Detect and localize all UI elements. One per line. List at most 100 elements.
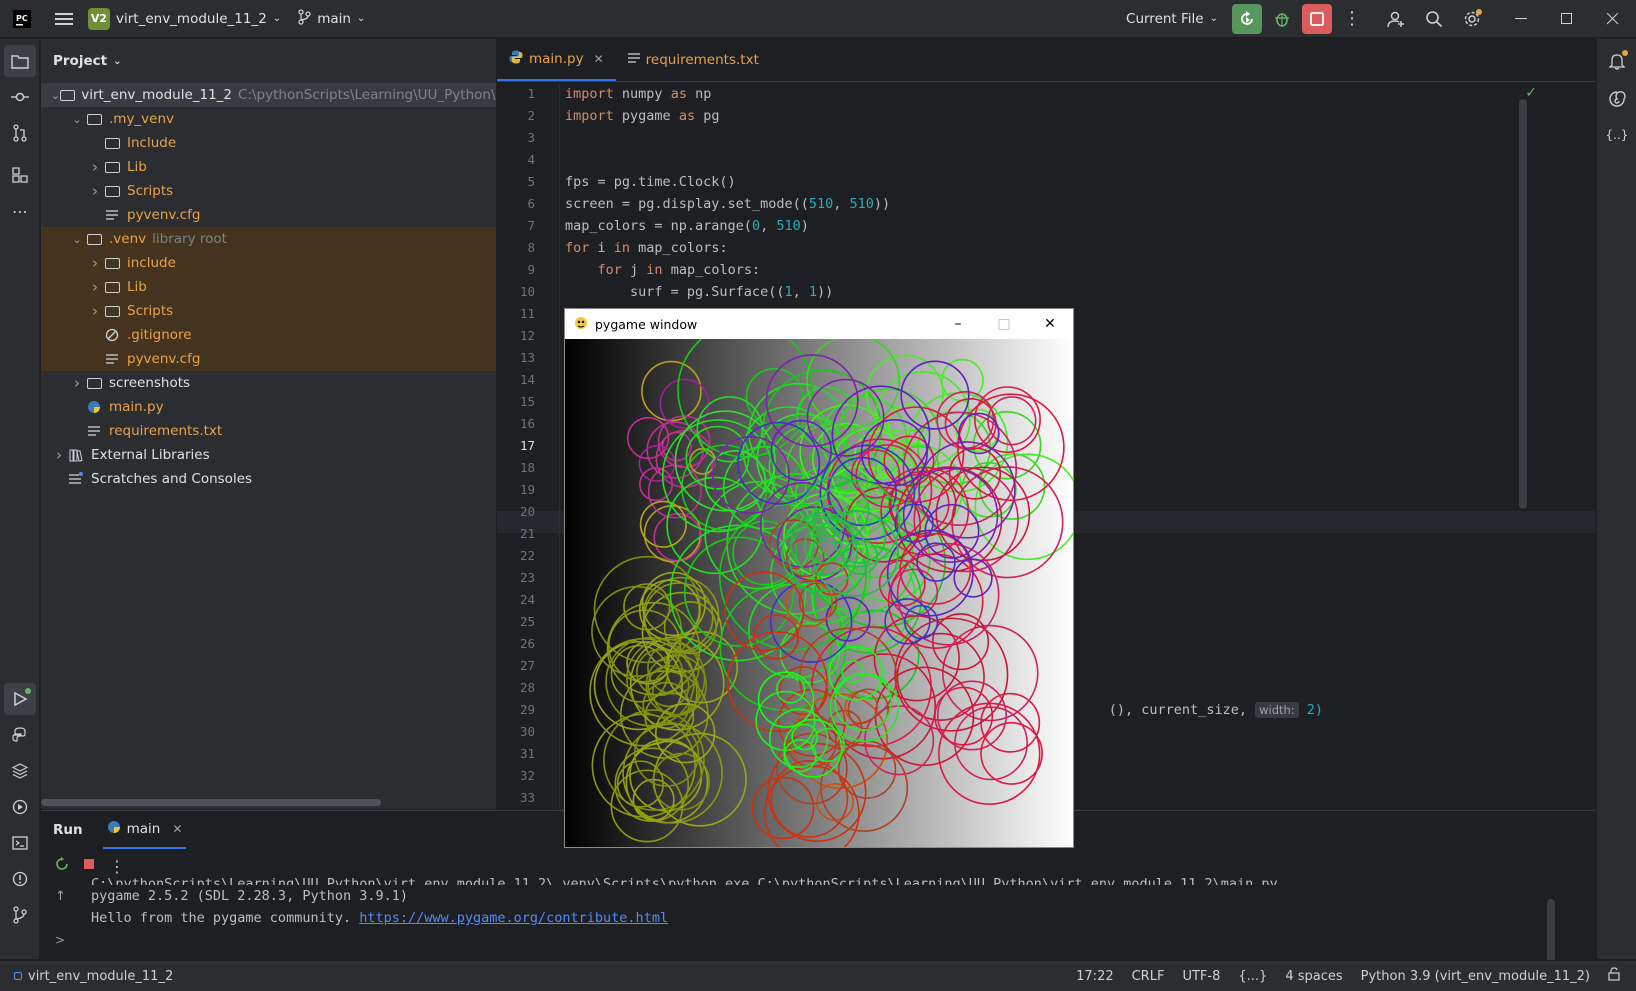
chevron-right-icon[interactable]: › [69,374,85,392]
inspection-ok-icon[interactable]: ✓ [1525,85,1537,101]
tree-item-label: Lib [127,159,147,175]
commit-icon[interactable] [4,81,36,113]
tree-item[interactable]: › Lib [41,155,496,179]
tree-item[interactable]: .gitignore [41,323,496,347]
search-icon[interactable] [1418,3,1450,35]
tree-item-label: screenshots [109,375,191,391]
chevron-right-icon[interactable]: › [51,446,67,464]
add-user-icon[interactable] [1380,3,1412,35]
run-tool-icon[interactable] [4,683,36,715]
tab-main-py[interactable]: main.py ✕ [497,38,616,81]
indent-setting[interactable]: 4 spaces [1285,969,1342,984]
console-output[interactable]: C:\pythonScripts\Learning\UU_Python\virt… [91,876,1278,929]
tree-item[interactable]: › External Libraries [41,443,496,467]
chevron-right-icon[interactable]: › [87,254,103,272]
version-control-icon[interactable] [4,899,36,931]
main-menu-icon[interactable] [48,3,80,35]
expand-icon[interactable]: > [55,933,65,947]
close-tab-icon[interactable]: ✕ [172,822,182,836]
notifications-bell-icon[interactable] [1601,45,1633,77]
run-config-selector[interactable]: Current File ⌄ [1118,0,1226,38]
debug-icon[interactable] [1266,3,1298,35]
tree-item[interactable]: pyvenv.cfg [41,347,496,371]
json-status[interactable]: {...} [1238,969,1267,984]
settings-gear-icon[interactable] [1456,3,1488,35]
close-tab-icon[interactable]: ✕ [594,52,604,66]
tree-item[interactable]: ⌄ .venv library root [41,227,496,251]
status-project-name: virt_env_module_11_2 [28,968,174,984]
tree-item[interactable]: › Scripts [41,179,496,203]
json-braces-icon[interactable]: {..} [1601,119,1633,151]
tree-item[interactable]: Scratches and Consoles [41,467,496,491]
services-icon[interactable] [4,791,36,823]
line-number-gutter: 1 2 3 4 5 6 7 8 9 10 11 12 13 14 15 16 17 18 19 20 21 22 23 24 2… [497,83,557,809]
project-folder-icon[interactable] [4,45,36,77]
rerun-icon[interactable] [55,857,69,875]
more-vertical-icon[interactable]: ⋮ [1336,3,1368,35]
lock-icon[interactable] [1608,967,1620,985]
title-bar: PC V2 virt_env_module_11_2 ⌄ main ⌄ Curr… [0,0,1636,38]
tab-run-main[interactable]: main ✕ [102,811,187,849]
project-selector[interactable]: V2 virt_env_module_11_2 ⌄ [80,0,289,38]
tree-item[interactable]: pyvenv.cfg [41,203,496,227]
tree-item[interactable]: › include [41,251,496,275]
code-line: screen = pg.display.set_mode((510, 510)) [565,196,891,212]
project-status-item[interactable]: virt_env_module_11_2 [0,969,173,984]
folder-icon [103,304,121,318]
tab-requirements-txt[interactable]: requirements.txt [616,38,771,81]
tree-item[interactable]: requirements.txt [41,419,496,443]
tree-item[interactable]: ⌄ virt_env_module_11_2 C:\pythonScripts\Le… [41,83,496,107]
parameter-hint: width: [1255,702,1299,718]
scroll-up-icon[interactable]: ↑ [55,889,66,904]
console-scrollbar[interactable] [1547,899,1555,969]
horizontal-scrollbar[interactable] [41,799,381,806]
stop-button[interactable] [1302,3,1332,34]
cursor-position[interactable]: 17:22 [1076,969,1113,984]
more-horizontal-icon[interactable]: ⋯ [4,195,36,227]
file-encoding[interactable]: UTF-8 [1182,969,1220,984]
tree-item[interactable]: ⌄ .my_venv [41,107,496,131]
project-panel-header[interactable]: Project ⌄ [41,39,496,83]
tree-item[interactable]: › Lib [41,275,496,299]
ai-assistant-icon[interactable] [1601,83,1633,115]
stop-icon[interactable] [83,858,95,874]
chevron-down-icon[interactable]: ⌄ [51,89,60,102]
minimize-window-icon[interactable]: – [935,309,981,339]
tree-item[interactable]: Include [41,131,496,155]
close-window-icon[interactable]: ✕ [1027,309,1073,339]
python-interpreter[interactable]: Python 3.9 (virt_env_module_11_2) [1361,969,1590,984]
python-console-icon[interactable] [4,719,36,751]
chevron-down-icon[interactable]: ⌄ [69,233,85,246]
left-tool-window-bar: ⋯ [0,39,40,959]
chevron-right-icon[interactable]: › [87,278,103,296]
chevron-right-icon[interactable]: › [87,182,103,200]
close-window-icon[interactable] [1590,3,1636,35]
folder-icon [103,136,121,150]
tree-item[interactable]: › screenshots [41,371,496,395]
vertical-scrollbar[interactable] [1519,99,1527,509]
pygame-canvas[interactable] [565,339,1073,847]
pygame-window[interactable]: pygame window – □ ✕ [564,308,1074,848]
chevron-right-icon[interactable]: › [87,302,103,320]
pygame-window-titlebar[interactable]: pygame window – □ ✕ [565,309,1073,339]
pygame-contribute-link[interactable]: https://www.pygame.org/contribute.html [359,910,668,926]
line-number: 13 [519,350,535,365]
structure-icon[interactable] [4,159,36,191]
chevron-right-icon[interactable]: › [87,158,103,176]
pull-requests-icon[interactable] [4,117,36,149]
line-number: 30 [519,724,535,739]
folder-icon [103,280,121,294]
branch-selector[interactable]: main ⌄ [289,0,373,38]
git-branch-icon [297,8,311,29]
chevron-down-icon[interactable]: ⌄ [69,113,85,126]
maximize-window-icon[interactable] [1544,3,1590,35]
line-separator[interactable]: CRLF [1132,969,1165,984]
rerun-button[interactable] [1232,3,1262,34]
maximize-window-icon[interactable]: □ [981,309,1027,339]
minimize-window-icon[interactable] [1498,3,1544,35]
problems-icon[interactable] [4,863,36,895]
tree-item[interactable]: › Scripts [41,299,496,323]
terminal-icon[interactable] [4,827,36,859]
python-packages-icon[interactable] [4,755,36,787]
tree-item[interactable]: main.py [41,395,496,419]
